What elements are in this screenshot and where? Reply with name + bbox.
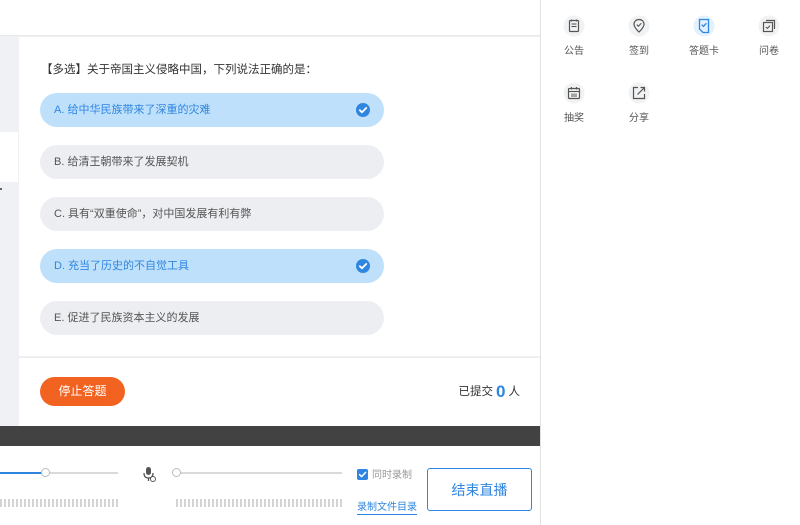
submitted-number: 0 <box>496 382 506 401</box>
tool-answer-card[interactable]: 答题卡 <box>673 15 733 65</box>
record-directory-link[interactable]: 录制文件目录 <box>357 498 417 515</box>
tool-share[interactable]: 分享 <box>608 82 668 132</box>
answer-card-icon <box>693 15 715 37</box>
share-icon <box>628 82 650 104</box>
question-text: 【多选】关于帝国主义侵略中国，下列说法正确的是： <box>41 64 317 76</box>
stop-answering-button[interactable]: 停止答题 <box>40 377 125 406</box>
tool-questionnaire[interactable]: 问卷 <box>738 15 798 65</box>
volume-slider-knob[interactable] <box>40 468 50 477</box>
submitted-count: 已提交 0 人 <box>459 382 520 402</box>
tool-announcement[interactable]: 公告 <box>543 15 603 65</box>
check-icon <box>356 259 370 273</box>
option-label: D. 充当了历史的不自觉工具 <box>54 260 190 272</box>
live-controls: 同时录制 录制文件目录 结束直播 <box>0 446 540 525</box>
tool-panel: 公告 签到 答题卡 问卷 抽奖 分享 <box>540 0 800 525</box>
submitted-suffix: 人 <box>508 386 521 398</box>
submitted-prefix: 已提交 <box>458 386 494 398</box>
questionnaire-icon <box>758 15 780 37</box>
end-live-button[interactable]: 结束直播 <box>427 468 532 511</box>
option-e[interactable]: E. 促进了民族资本主义的发展 <box>40 301 384 335</box>
option-d[interactable]: D. 充当了历史的不自觉工具 <box>40 249 384 283</box>
tool-checkin[interactable]: 签到 <box>608 15 668 65</box>
lottery-icon <box>563 82 585 104</box>
option-b[interactable]: B. 给清王朝带来了发展契机 <box>40 145 384 179</box>
mic-slider[interactable] <box>176 472 342 474</box>
tool-label: 问卷 <box>759 46 779 57</box>
tool-label: 签到 <box>629 46 649 57</box>
volume-slider-fill <box>0 472 45 474</box>
microphone-icon[interactable] <box>142 466 156 482</box>
announcement-icon <box>563 15 585 37</box>
quiz-footer: 停止答题 已提交 0 人 <box>19 357 540 426</box>
option-c[interactable]: C. 具有“双重使命”，对中国发展有利有弊 <box>40 197 384 231</box>
check-icon <box>356 103 370 117</box>
tool-lottery[interactable]: 抽奖 <box>543 82 603 132</box>
left-collapse-tab[interactable] <box>0 132 18 182</box>
sync-record-checkbox[interactable] <box>357 469 368 480</box>
tool-label: 分享 <box>629 113 649 124</box>
checkin-icon <box>628 15 650 37</box>
quiz-panel: 【多选】关于帝国主义侵略中国，下列说法正确的是： A. 给中华民族带来了深重的灾… <box>19 37 540 356</box>
volume-slider[interactable] <box>0 472 118 474</box>
mic-slider-knob[interactable] <box>172 468 181 477</box>
sync-record-option[interactable]: 同时录制 <box>357 466 412 481</box>
option-label: A. 给中华民族带来了深重的灾难 <box>54 104 211 116</box>
tool-label: 抽奖 <box>564 113 584 124</box>
option-label: E. 促进了民族资本主义的发展 <box>54 312 200 324</box>
tool-label: 答题卡 <box>689 46 719 57</box>
option-a[interactable]: A. 给中华民族带来了深重的灾难 <box>40 93 384 127</box>
option-label: C. 具有“双重使命”，对中国发展有利有弊 <box>54 208 252 220</box>
mic-meter <box>176 499 344 507</box>
tool-label: 公告 <box>564 46 584 57</box>
main-area: 【多选】关于帝国主义侵略中国，下列说法正确的是： A. 给中华民族带来了深重的灾… <box>0 0 540 525</box>
top-bar <box>0 0 540 36</box>
sync-record-label: 同时录制 <box>372 470 412 481</box>
video-bar <box>0 426 540 446</box>
volume-meter <box>0 499 120 507</box>
left-collapse-strip <box>0 36 18 426</box>
left-collapse-dot <box>0 188 2 190</box>
option-label: B. 给清王朝带来了发展契机 <box>54 156 189 168</box>
